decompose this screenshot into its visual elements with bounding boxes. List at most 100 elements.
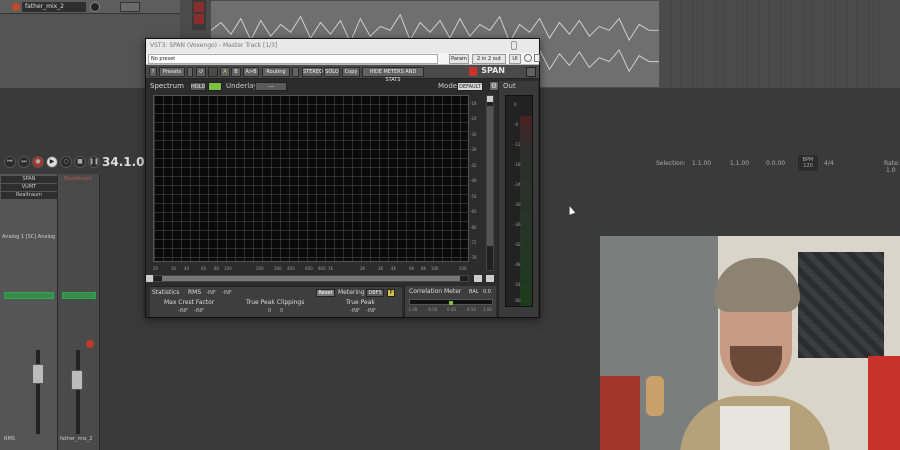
volume-knob[interactable] [90,2,100,12]
scroll-thumb[interactable] [487,106,493,246]
selection-end[interactable]: 1.1.00 [730,160,749,167]
freq-tick: 400 [287,266,295,271]
scroll-right-icon[interactable] [474,275,482,282]
track-name[interactable]: father_mix_2 [22,2,86,12]
out-tick: -30 [514,202,521,207]
mode-select[interactable]: DEFAULT [457,82,483,91]
freq-tick: 200 [256,266,264,271]
stop-icon[interactable]: ■ [74,156,86,168]
param-button[interactable]: Param [449,54,469,64]
reset-button[interactable]: Reset [316,289,335,297]
bypass-icon[interactable] [524,54,532,62]
horizontal-scrollbar[interactable] [153,275,469,282]
out-tick: -42 [514,242,521,247]
freq-tick: 300 [274,266,282,271]
out-tick: 0 [514,102,517,107]
a-button[interactable]: A [220,67,230,77]
hold-led[interactable] [208,82,222,91]
hide-meters-button[interactable]: HIDE METERS AND STATS [362,67,424,83]
spectrum-header: Spectrum HOLD Underlay --- Mode DEFAULT … [150,81,499,93]
fx-slot[interactable]: Elastiknum [64,176,92,182]
out-tick: -36 [514,222,521,227]
window-title[interactable]: VST3: SPAN (Voxengo) - Master Track [1/3… [146,39,539,53]
io-button[interactable]: 2 in 2 out [472,54,506,64]
master-strip: SPAN VUMT Realtraum Analog 1 [SC] Analog… [0,174,58,450]
fader-handle[interactable] [32,364,44,384]
pan-meter[interactable] [62,292,96,299]
output-meter-bar [520,116,532,306]
out-tick: -18 [514,162,521,167]
mute-button[interactable] [120,2,140,12]
routing-arrow-icon[interactable] [292,67,299,77]
brand-logo: SPAN [481,66,505,75]
presets-button[interactable]: Presets [159,67,185,77]
help-button[interactable]: ? [149,67,157,77]
enable-checkbox[interactable] [534,54,540,62]
fx-slot[interactable]: SPAN [1,176,57,183]
ui-button[interactable]: UI [509,54,521,64]
output-meter-panel: Out 0 -6 -12 -18 -24 -30 -36 -42 -48 -54… [498,81,538,317]
hold-button[interactable]: HOLD [190,82,206,91]
spectrum-display[interactable] [153,95,469,262]
fader-handle[interactable] [71,370,83,390]
a-to-b-button[interactable]: A>B [243,67,259,77]
skip-end-icon[interactable]: ⏭ [18,156,30,168]
fx-slot[interactable]: Realtraum [1,192,57,199]
pan-meter[interactable] [4,292,54,299]
play-icon[interactable]: ▶ [46,156,58,168]
bal-value: 0.0 [483,289,491,295]
time-signature[interactable]: 4/4 [824,160,834,167]
red-object [600,376,640,450]
underlay-select[interactable]: --- [255,82,287,91]
loop-icon[interactable]: ○ [60,156,72,168]
routing-button[interactable]: Routing [262,67,290,77]
peak-button[interactable]: P [387,289,395,297]
freq-tick: 80 [214,266,220,271]
selection-length[interactable]: 0.0.00 [766,160,785,167]
bpm-display[interactable]: BPM 120 [798,155,818,171]
fx-slot[interactable]: VUMT [1,184,57,191]
correlation-title: Correlation Meter [409,288,462,295]
copy-button[interactable]: Copy [342,67,360,77]
db-tick: -30 [470,132,477,137]
b-button[interactable]: B [231,67,241,77]
timeline-grid [660,0,890,88]
track-header[interactable]: father_mix_2 [0,0,180,14]
skip-start-icon[interactable]: ⏮ [4,156,16,168]
rate-label: Rate: [884,160,900,167]
stereo-button[interactable]: STEREO [302,67,323,77]
fx-button[interactable] [194,14,204,24]
underlay-label: Underlay [226,82,258,90]
record-arm-icon[interactable] [12,3,20,11]
fader-track [36,350,40,434]
db-tick: -24 [470,116,477,121]
scroll-up-icon[interactable] [487,96,493,102]
freq-tick: 30 [171,266,177,271]
rate-value[interactable]: 1.0 [886,167,896,174]
selection-start[interactable]: 1.1.00 [692,160,711,167]
track-label: father_mix_2 [60,436,93,442]
out-tick: -48 [514,262,521,267]
scroll-down-icon[interactable] [486,275,494,282]
redo-icon[interactable] [208,67,218,77]
preset-select[interactable]: No preset [148,54,438,64]
vertical-scrollbar[interactable] [486,95,494,271]
record-arm-icon[interactable] [86,340,94,348]
fx-button[interactable] [194,2,204,12]
statistics-title: Statistics [152,289,180,296]
pause-icon[interactable]: ❚❚ [88,156,100,168]
db-tick: -48 [470,178,477,183]
presets-arrow-icon[interactable] [187,67,193,77]
freq-tick: 1K [328,266,334,271]
spectrum-label: Spectrum [150,82,184,90]
menu-icon[interactable] [526,67,536,77]
out-tick: -6 [514,122,518,127]
record-icon[interactable]: ● [32,156,44,168]
out-tick: -60 [514,298,521,303]
undo-icon[interactable]: ↺ [196,67,206,77]
pin-icon[interactable] [511,41,517,50]
scroll-thumb[interactable] [162,276,460,281]
metering-select[interactable]: DBFS [366,289,384,297]
freq-tick: 4K [391,266,397,271]
solo-button[interactable]: SOLO [324,67,340,77]
